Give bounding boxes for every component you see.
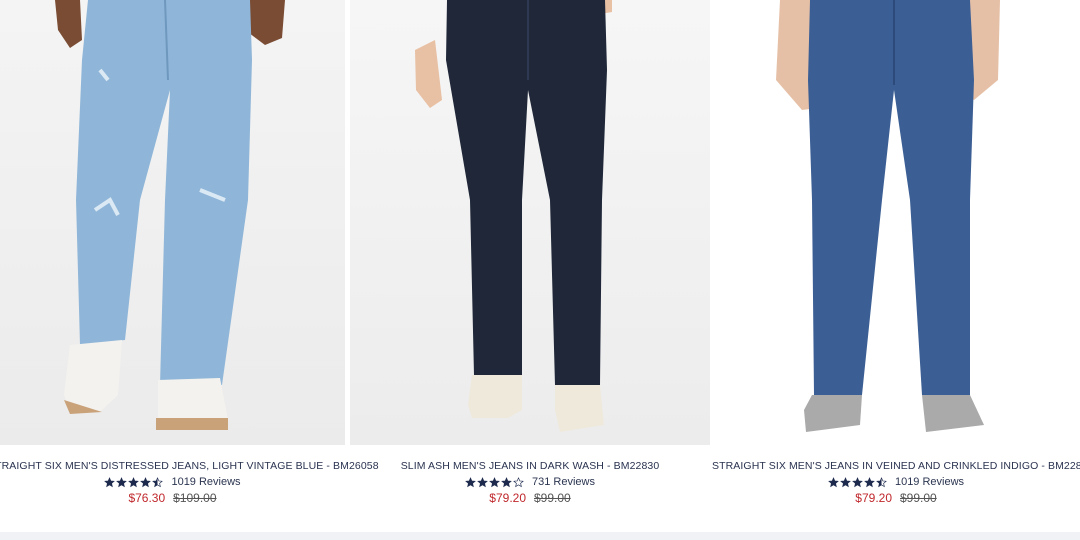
price-row: $79.20 $99.00 [350, 491, 710, 505]
original-price: $99.00 [534, 491, 571, 505]
sale-price: $76.30 [128, 491, 166, 505]
product-title[interactable]: STRAIGHT SIX MEN'S DISTRESSED JEANS, LIG… [0, 460, 379, 472]
product-info: STRAIGHT SIX MEN'S JEANS IN VEINED AND C… [712, 460, 1080, 505]
product-image[interactable] [0, 0, 345, 445]
original-price: $109.00 [173, 491, 217, 505]
star-icon [864, 476, 875, 487]
star-icon [513, 476, 524, 487]
product-card: STRAIGHT SIX MEN'S DISTRESSED JEANS, LIG… [0, 0, 379, 520]
product-title[interactable]: SLIM ASH MEN'S JEANS IN DARK WASH - BM22… [350, 460, 710, 472]
sale-price: $79.20 [489, 491, 526, 505]
star-rating [828, 476, 887, 488]
product-image[interactable] [712, 0, 1080, 445]
product-image[interactable] [350, 0, 710, 445]
reviews-link[interactable]: 731 Reviews [532, 476, 595, 488]
product-card: STRAIGHT SIX MEN'S JEANS IN VEINED AND C… [712, 0, 1080, 520]
original-price: $99.00 [900, 491, 937, 505]
star-icon [876, 476, 887, 487]
rating-row: 731 Reviews [350, 476, 710, 488]
jeans-photo [55, 0, 285, 430]
star-icon [104, 476, 116, 487]
reviews-link[interactable]: 1019 Reviews [171, 476, 240, 488]
product-info: STRAIGHT SIX MEN'S DISTRESSED JEANS, LIG… [0, 460, 379, 505]
footer-divider [0, 532, 1080, 540]
product-grid: STRAIGHT SIX MEN'S DISTRESSED JEANS, LIG… [0, 0, 1080, 540]
jeans-photo [776, 0, 1000, 432]
rating-row: 1019 Reviews [712, 476, 1080, 488]
sale-price: $79.20 [855, 491, 892, 505]
star-icon [852, 476, 863, 487]
rating-row: 1019 Reviews [0, 476, 345, 488]
star-icon [128, 476, 140, 487]
star-icon [501, 476, 512, 487]
star-rating [104, 476, 164, 488]
product-card: SLIM ASH MEN'S JEANS IN DARK WASH - BM22… [350, 0, 710, 520]
jeans-photo [415, 0, 612, 432]
star-icon [828, 476, 839, 487]
product-info: SLIM ASH MEN'S JEANS IN DARK WASH - BM22… [350, 460, 710, 505]
star-icon [116, 476, 128, 487]
star-icon [840, 476, 851, 487]
price-row: $76.30 $109.00 [0, 491, 345, 505]
star-rating [465, 476, 524, 488]
star-icon [477, 476, 488, 487]
star-icon [489, 476, 500, 487]
product-title[interactable]: STRAIGHT SIX MEN'S JEANS IN VEINED AND C… [712, 460, 1080, 472]
star-icon [465, 476, 476, 487]
reviews-link[interactable]: 1019 Reviews [895, 476, 964, 488]
star-icon [140, 476, 152, 487]
price-row: $79.20 $99.00 [712, 491, 1080, 505]
star-icon [152, 476, 164, 487]
